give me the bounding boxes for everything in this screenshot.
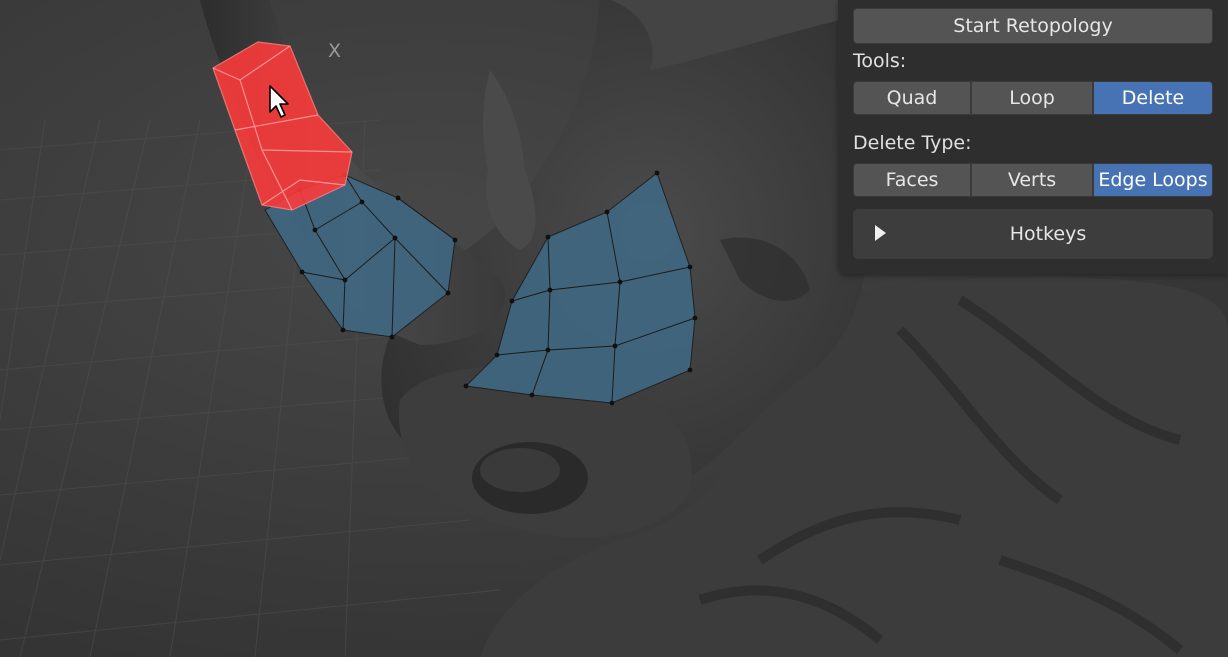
mouse-pointer-icon xyxy=(269,85,289,118)
delete-type-faces-button[interactable]: Faces xyxy=(853,163,971,197)
hotkeys-expander[interactable]: Hotkeys xyxy=(853,209,1213,259)
delete-type-edge-loops-button[interactable]: Edge Loops xyxy=(1093,163,1213,197)
axis-label-x: X xyxy=(328,40,342,62)
tool-loop-button[interactable]: Loop xyxy=(971,81,1093,115)
hotkeys-label: Hotkeys xyxy=(1009,223,1087,245)
delete-type-label: Delete Type: xyxy=(853,132,972,154)
delete-type-verts-button[interactable]: Verts xyxy=(971,163,1093,197)
tool-quad-button[interactable]: Quad xyxy=(853,81,971,115)
nostril-inner xyxy=(480,448,560,492)
tool-delete-button[interactable]: Delete xyxy=(1093,81,1213,115)
start-retopology-button[interactable]: Start Retopology xyxy=(853,8,1213,44)
tools-label: Tools: xyxy=(853,50,907,72)
retopology-panel: Start Retopology Tools: Quad Loop Delete… xyxy=(838,0,1228,274)
